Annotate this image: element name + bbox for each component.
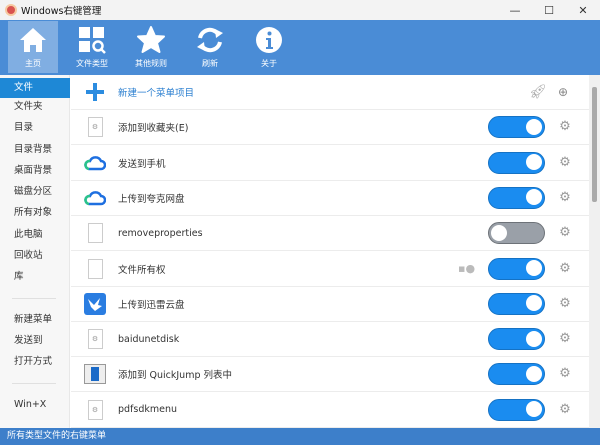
menu-item-row: 发送到手机 ⚙: [71, 146, 589, 181]
menu-item-row: 添加到 QuickJump 列表中 ⚙: [71, 357, 589, 393]
gear-icon[interactable]: ⚙: [558, 120, 572, 134]
star-icon: [137, 26, 165, 53]
gear-icon[interactable]: ⚙: [558, 190, 572, 205]
new-item-label: 新建一个菜单项目: [118, 88, 195, 99]
xunlei-icon: [84, 292, 106, 315]
enable-toggle[interactable]: [488, 328, 545, 351]
sidebar-item-open-with[interactable]: 打开方式: [0, 352, 70, 372]
quickjump-icon: [84, 363, 106, 385]
rocket-icon[interactable]: 🚀︎: [529, 84, 547, 100]
sidebar-item-all-objects[interactable]: 所有对象: [0, 203, 70, 223]
sidebar-divider: [12, 383, 56, 384]
new-item-row[interactable]: 新建一个菜单项目 🚀︎ ⊕: [71, 75, 589, 110]
cloud-icon: [84, 152, 106, 174]
plus-icon: [84, 81, 106, 103]
tab-about[interactable]: 关于: [244, 21, 294, 73]
tab-label: 刷新: [202, 59, 218, 68]
menu-item-row: 上传到夸克网盘 ⚙: [71, 181, 589, 216]
minimize-button[interactable]: —: [498, 4, 532, 17]
enable-toggle[interactable]: [488, 151, 545, 174]
sidebar-item-drive[interactable]: 磁盘分区: [0, 182, 70, 202]
sidebar-item-win-x[interactable]: Win+X: [0, 395, 70, 415]
menu-item-row: ⚙ pdfsdkmenu ⚙: [71, 393, 589, 428]
tab-label: 主页: [25, 59, 41, 68]
sidebar-item-library[interactable]: 库: [0, 267, 70, 287]
menu-item-list: 新建一个菜单项目 🚀︎ ⊕ ⚙ 添加到收藏夹(E) ⚙ 发送到手机 ⚙ 上传到夸…: [71, 75, 589, 428]
add-target-icon[interactable]: ⊕: [558, 85, 568, 99]
sidebar-item-desktop-background[interactable]: 桌面背景: [0, 161, 70, 181]
menu-item-row: ⚙ baidunetdisk ⚙: [71, 322, 589, 358]
gear-icon[interactable]: ⚙: [558, 296, 572, 311]
home-icon: [20, 28, 46, 52]
menu-item-label: 上传到夸克网盘: [118, 193, 185, 205]
enable-toggle[interactable]: [488, 222, 545, 245]
gear-doc-icon: ⚙: [84, 116, 106, 138]
menu-item-label: pdfsdkmenu: [118, 404, 178, 416]
gear-doc-icon: ⚙: [84, 399, 106, 421]
gear-icon[interactable]: ⚙: [558, 155, 572, 170]
menu-item-row: 文件所有权 ▪● ⚙: [71, 252, 589, 287]
blank-doc-icon: [84, 222, 106, 244]
refresh-icon: [197, 27, 223, 53]
menu-item-row: 上传到迅雷云盘 ⚙: [71, 287, 589, 322]
menu-item-row: ⚙ 添加到收藏夹(E) ⚙: [71, 110, 589, 146]
sidebar-item-new-menu[interactable]: 新建菜单: [0, 310, 70, 330]
sidebar-item-file[interactable]: 文件: [0, 78, 70, 98]
gear-icon[interactable]: ⚙: [558, 402, 572, 417]
gear-icon[interactable]: ⚙: [558, 332, 572, 346]
cloud-icon: [84, 187, 106, 209]
shapes-icon[interactable]: ▪●: [458, 262, 475, 275]
sidebar: 文件 文件夹 目录 目录背景 桌面背景 磁盘分区 所有对象 此电脑 回收站 库 …: [0, 75, 70, 428]
tab-other-rules[interactable]: 其他规则: [126, 21, 176, 73]
file-types-icon: [79, 27, 106, 54]
scrollbar-thumb[interactable]: [592, 87, 597, 202]
sidebar-item-directory[interactable]: 目录: [0, 118, 70, 138]
maximize-button[interactable]: ☐: [532, 4, 566, 17]
enable-toggle[interactable]: [488, 292, 545, 315]
enable-toggle[interactable]: [488, 398, 545, 421]
sidebar-item-this-pc[interactable]: 此电脑: [0, 225, 70, 245]
menu-item-label: removeproperties: [118, 227, 203, 239]
enable-toggle[interactable]: [488, 257, 545, 280]
close-button[interactable]: ✕: [566, 4, 600, 17]
tab-file-types[interactable]: 文件类型: [67, 21, 117, 73]
sidebar-item-directory-background[interactable]: 目录背景: [0, 140, 70, 160]
info-icon: [256, 27, 282, 53]
sidebar-item-folder[interactable]: 文件夹: [0, 97, 70, 117]
menu-item-label: 添加到 QuickJump 列表中: [118, 370, 233, 382]
sidebar-item-recycle-bin[interactable]: 回收站: [0, 246, 70, 266]
window-title: Windows右键管理: [21, 6, 102, 17]
blank-doc-icon: [84, 258, 106, 280]
menu-item-row: removeproperties ⚙: [71, 216, 589, 252]
gear-doc-icon: ⚙: [84, 328, 106, 350]
scrollbar[interactable]: [589, 75, 600, 428]
sidebar-item-send-to[interactable]: 发送到: [0, 331, 70, 351]
gear-icon[interactable]: ⚙: [558, 226, 572, 240]
tab-home[interactable]: 主页: [8, 21, 58, 73]
title-bar: Windows右键管理 — ☐ ✕: [0, 0, 600, 20]
enable-toggle[interactable]: [488, 186, 545, 209]
gear-icon[interactable]: ⚙: [558, 367, 572, 381]
tab-refresh[interactable]: 刷新: [185, 21, 235, 73]
menu-item-label: 上传到迅雷云盘: [118, 299, 185, 311]
status-bar: 所有类型文件的右键菜单: [0, 428, 600, 445]
enable-toggle[interactable]: [488, 116, 545, 139]
menu-item-label: 文件所有权: [118, 264, 166, 276]
sidebar-divider: [12, 298, 56, 299]
tab-label: 文件类型: [76, 59, 108, 68]
menu-item-label: 发送到手机: [118, 158, 166, 170]
menu-item-label: baidunetdisk: [118, 333, 180, 345]
toolbar: 主页 文件类型 其他规则 刷新 关于: [0, 20, 600, 75]
enable-toggle[interactable]: [488, 363, 545, 386]
gear-icon[interactable]: ⚙: [558, 261, 572, 276]
tab-label: 关于: [261, 59, 277, 68]
tab-label: 其他规则: [135, 59, 167, 68]
app-icon: [5, 4, 17, 16]
menu-item-label: 添加到收藏夹(E): [118, 123, 189, 135]
